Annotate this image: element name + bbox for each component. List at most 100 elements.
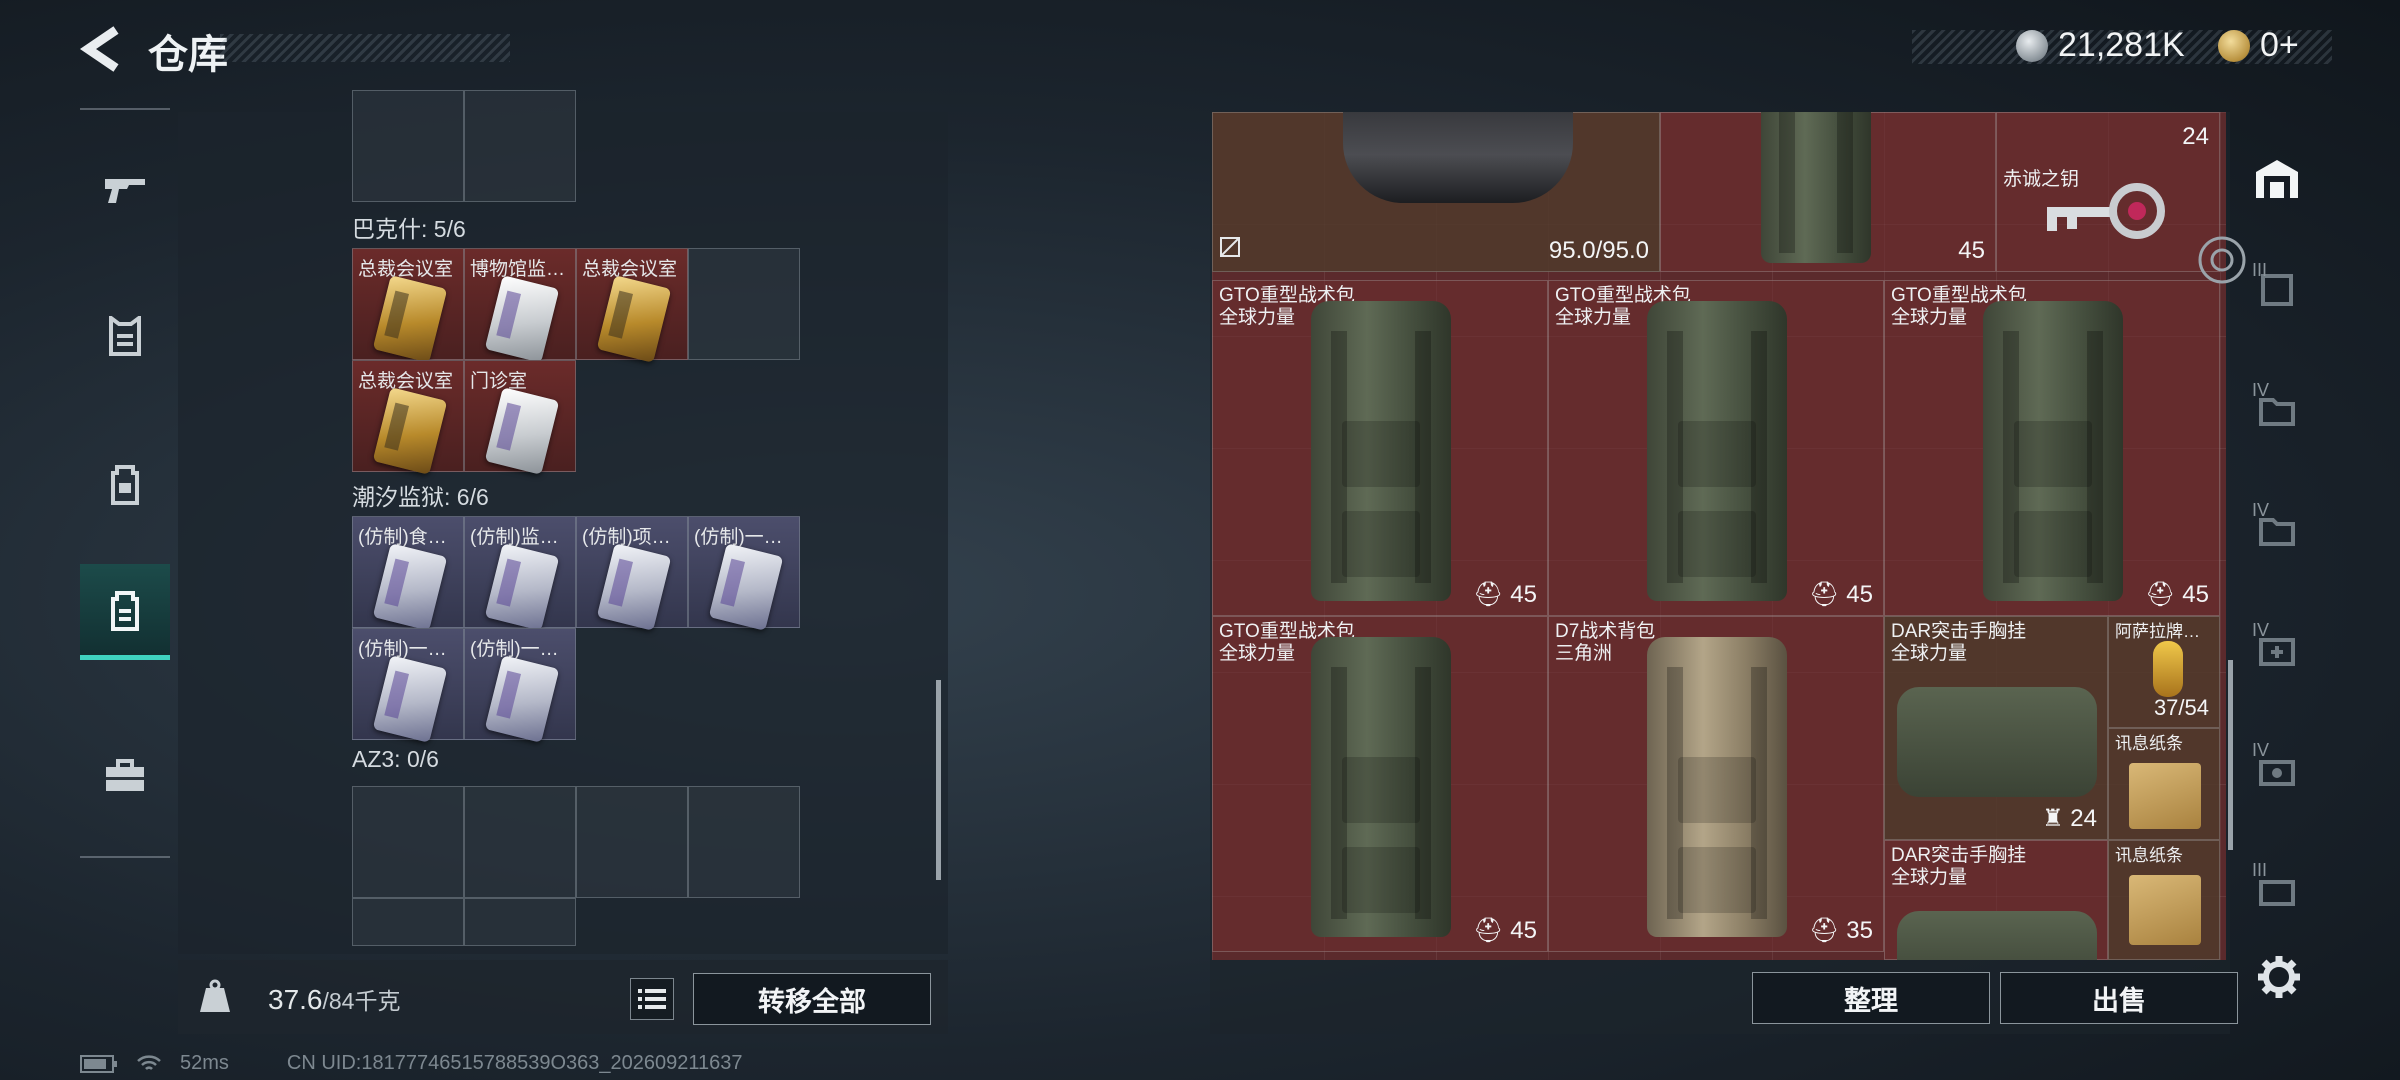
uid-readout: CN UID:18177746515788539O363_20260921163… xyxy=(286,1052,743,1074)
backpack-image xyxy=(1647,637,1787,937)
key-slot[interactable]: 门诊室 xyxy=(464,360,576,475)
warehouse-icon xyxy=(2256,160,2298,198)
armor-item[interactable]: 95.0/95.0 xyxy=(1212,112,1660,272)
empty-slot[interactable] xyxy=(688,248,800,360)
note-icon xyxy=(2129,763,2201,829)
keycard-icon xyxy=(372,275,448,363)
item-name: 阿萨拉牌… xyxy=(2115,622,2200,641)
consumable-item[interactable]: 阿萨拉牌… 37/54 xyxy=(2108,616,2220,728)
backpack-image xyxy=(1761,112,1871,263)
backpack-item[interactable]: GTO重型战术包 全球力量 ⛑ 45 xyxy=(1212,616,1548,952)
backpack-item[interactable]: D7战术背包 三角洲 ⛑ 35 xyxy=(1548,616,1884,952)
keycard-icon xyxy=(372,543,448,631)
storage-tab[interactable]: IV xyxy=(2244,490,2310,570)
empty-slot[interactable] xyxy=(352,90,464,202)
storage-tab[interactable]: IV xyxy=(2244,610,2310,690)
nav-weapons[interactable] xyxy=(80,144,170,236)
sell-button[interactable]: 出售 xyxy=(2000,972,2238,1024)
left-scrollbar[interactable] xyxy=(936,680,941,880)
right-scrollbar[interactable] xyxy=(2228,660,2233,850)
backpack-image xyxy=(1311,637,1451,937)
storage-case-icon xyxy=(111,590,139,631)
durability-icon xyxy=(1219,236,1241,263)
backpack-item[interactable]: GTO重型战术包 全球力量 ⛑ 45 xyxy=(1884,280,2220,616)
backpack-icon xyxy=(111,465,139,505)
nav-toolbox[interactable] xyxy=(80,730,170,822)
currency-gold[interactable]: 0+ xyxy=(2218,26,2299,65)
back-arrow-icon xyxy=(79,26,119,72)
backpack-image xyxy=(1647,301,1787,601)
gear-icon xyxy=(2258,956,2300,998)
nav-backpack[interactable] xyxy=(80,438,170,530)
target-icon[interactable] xyxy=(2194,232,2250,293)
vest-icon xyxy=(109,316,141,356)
key-slot[interactable]: (仿制)食… xyxy=(352,516,464,631)
nav-storage[interactable] xyxy=(80,564,170,660)
backpack-item[interactable]: 45 xyxy=(1660,112,1996,272)
backpack-item[interactable]: GTO重型战术包 全球力量 ⛑ 45 xyxy=(1212,280,1548,616)
storage-tab-main[interactable] xyxy=(2244,138,2310,218)
empty-slot[interactable] xyxy=(464,898,576,946)
keycard-icon xyxy=(372,655,448,743)
currency-silver-value: 21,281K xyxy=(2058,26,2185,64)
storage-tab[interactable]: IV xyxy=(2244,370,2310,450)
storage-tab[interactable]: III xyxy=(2244,850,2310,930)
flask-icon xyxy=(2153,641,2183,697)
nav-armor[interactable] xyxy=(80,290,170,382)
silver-coin-icon xyxy=(2016,29,2048,62)
empty-slot[interactable] xyxy=(464,90,576,202)
inventory-grid[interactable]: 95.0/95.0 45 赤诚之钥 24 GTO重型战术包 全球力量 ⛑ 45 G… xyxy=(1212,112,2226,960)
item-name: DAR突击手胸挂 全球力量 xyxy=(1891,845,2027,888)
empty-slot[interactable] xyxy=(352,786,464,898)
storage-tab[interactable]: IV xyxy=(2244,730,2310,810)
note-item[interactable]: 讯息纸条 xyxy=(2108,840,2220,960)
gun-icon xyxy=(105,179,145,203)
back-button[interactable] xyxy=(78,24,124,74)
key-slot[interactable]: (仿制)一… xyxy=(688,516,800,631)
empty-slot[interactable] xyxy=(688,786,800,898)
item-count: 24 xyxy=(2182,123,2209,150)
wifi-icon xyxy=(137,1054,161,1070)
section-label-prison: 潮汐监狱: 6/6 xyxy=(352,484,489,510)
key-slot[interactable]: (仿制)一… xyxy=(352,628,464,743)
weight-current: 37.6 xyxy=(268,984,323,1015)
storage-tab[interactable]: III xyxy=(2244,250,2310,330)
empty-slot[interactable] xyxy=(464,786,576,898)
left-nav xyxy=(80,108,170,858)
key-item[interactable]: 赤诚之钥 24 xyxy=(1996,112,2220,272)
status-bar: 52ms CN UID:18177746515788539O363_202609… xyxy=(80,1052,742,1075)
item-capacity: ⛑ 45 xyxy=(1473,581,1537,608)
note-item[interactable]: 讯息纸条 xyxy=(2108,728,2220,840)
settings-button[interactable] xyxy=(2256,954,2302,1005)
sort-button[interactable]: 整理 xyxy=(1752,972,1990,1024)
chest-rig-item[interactable]: DAR突击手胸挂 全球力量 ♜ 24 xyxy=(1884,616,2108,840)
item-name: DAR突击手胸挂 全球力量 xyxy=(1891,621,2027,664)
key-slot[interactable]: (仿制)项… xyxy=(576,516,688,631)
gold-coin-icon xyxy=(2218,29,2250,62)
empty-slot[interactable] xyxy=(576,786,688,898)
item-capacity: ♜ 24 xyxy=(2042,805,2097,832)
key-slot[interactable]: (仿制)监… xyxy=(464,516,576,631)
item-capacity: ⛑ 35 xyxy=(1809,917,1873,944)
keycard-icon xyxy=(484,655,560,743)
chest-rig-image xyxy=(1897,687,2097,797)
key-slot[interactable]: 博物馆监… xyxy=(464,248,576,363)
armor-image xyxy=(1343,112,1573,203)
list-view-button[interactable] xyxy=(630,978,674,1020)
key-slot[interactable]: 总裁会议室 xyxy=(352,248,464,363)
list-icon xyxy=(638,989,666,1009)
weight-max: /84千克 xyxy=(322,988,401,1014)
chest-rig-image xyxy=(1897,911,2097,960)
backpack-image xyxy=(1983,301,2123,601)
key-slot[interactable]: (仿制)一… xyxy=(464,628,576,743)
chest-rig-item[interactable]: DAR突击手胸挂 全球力量 xyxy=(1884,840,2108,960)
key-slot[interactable]: 总裁会议室 xyxy=(576,248,688,363)
section-label-bakesh: 巴克什: 5/6 xyxy=(352,216,466,242)
backpack-item[interactable]: GTO重型战术包 全球力量 ⛑ 45 xyxy=(1548,280,1884,616)
empty-slot[interactable] xyxy=(352,898,464,946)
key-slot[interactable]: 总裁会议室 xyxy=(352,360,464,475)
battery-icon xyxy=(80,1054,117,1073)
item-name: 讯息纸条 xyxy=(2115,734,2183,753)
transfer-all-button[interactable]: 转移全部 xyxy=(693,973,931,1025)
item-name: D7战术背包 三角洲 xyxy=(1555,621,1656,664)
